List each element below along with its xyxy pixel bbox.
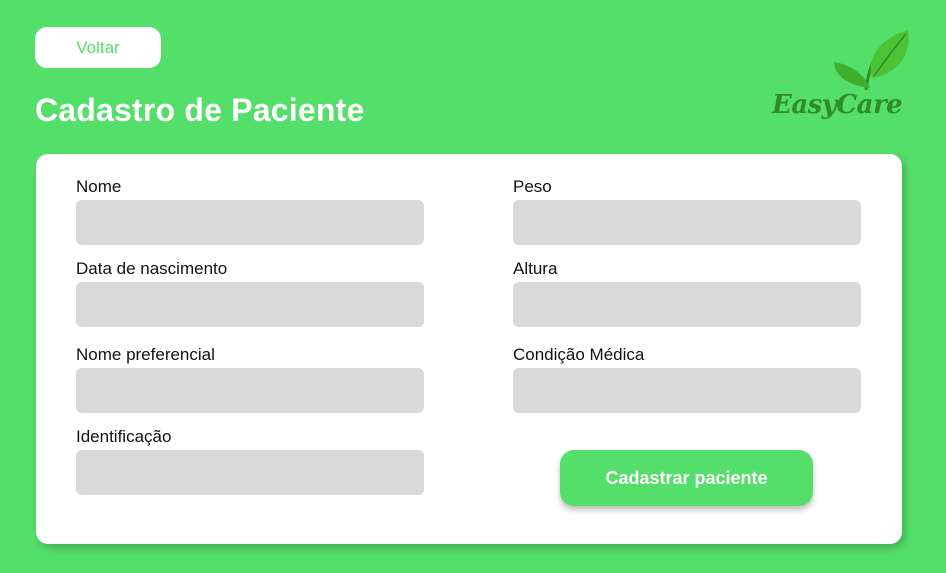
weight-label: Peso bbox=[513, 177, 552, 196]
name-input[interactable] bbox=[76, 200, 424, 245]
birthdate-input[interactable] bbox=[76, 282, 424, 327]
identification-label: Identificação bbox=[76, 427, 172, 446]
easycare-logo: EasyCare bbox=[768, 28, 918, 128]
back-button[interactable]: Voltar bbox=[35, 27, 161, 68]
medical-condition-input[interactable] bbox=[513, 368, 861, 413]
preferred-name-label: Nome preferencial bbox=[76, 345, 215, 364]
preferred-name-input[interactable] bbox=[76, 368, 424, 413]
registration-form-card: Nome Data de nascimento Nome preferencia… bbox=[36, 154, 902, 544]
leaf-icon bbox=[834, 30, 909, 91]
birthdate-label: Data de nascimento bbox=[76, 259, 228, 278]
page-title: Cadastro de Paciente bbox=[35, 92, 365, 128]
patient-registration-page: Voltar Cadastro de Paciente EasyCare Nom… bbox=[0, 0, 946, 573]
logo-text: EasyCare bbox=[772, 90, 903, 120]
weight-input[interactable] bbox=[513, 200, 861, 245]
height-input[interactable] bbox=[513, 282, 861, 327]
medical-condition-label: Condição Médica bbox=[513, 345, 645, 364]
identification-input[interactable] bbox=[76, 450, 424, 495]
height-label: Altura bbox=[513, 259, 558, 278]
name-label: Nome bbox=[76, 177, 122, 196]
register-patient-button[interactable]: Cadastrar paciente bbox=[560, 450, 813, 506]
